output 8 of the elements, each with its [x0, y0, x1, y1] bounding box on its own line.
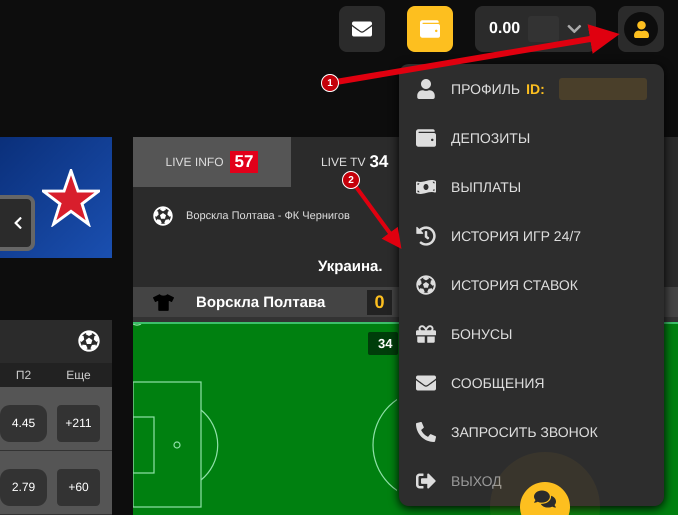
league-name: Украина. [318, 258, 383, 274]
team-score: 0 [367, 290, 392, 314]
column-heading: Еще [65, 368, 92, 382]
team-name: Ворскла Полтава [196, 294, 326, 310]
match-minute: 34 [368, 332, 398, 355]
match-title: Ворскла Полтава - ФК Чернигов [186, 210, 350, 222]
column-heading: П2 [14, 368, 32, 382]
annotation-badge: 1 [321, 74, 339, 92]
